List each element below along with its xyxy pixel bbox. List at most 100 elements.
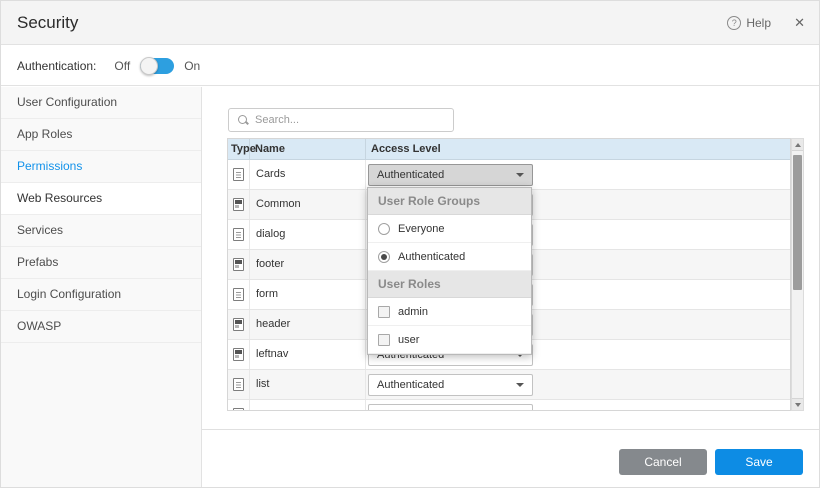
resource-file-icon [233, 198, 244, 211]
scroll-down-button[interactable] [792, 398, 803, 410]
access-level-dropdown[interactable]: Authenticated [368, 374, 533, 396]
resources-table: Type Name Access Level Cards Authenticat… [227, 138, 791, 411]
user-roles-header: User Roles [368, 271, 531, 298]
access-level-value: Authenticated [377, 379, 444, 391]
sidebar: User Configuration App Roles Permissions… [1, 87, 202, 487]
role-group-option[interactable]: Authenticated [368, 243, 531, 271]
resource-name: footer [250, 250, 366, 279]
resource-name: dialog [250, 220, 366, 249]
type-cell [228, 370, 250, 399]
access-level-dropdown[interactable]: Authenticated [368, 404, 533, 412]
footer-buttons: Cancel Save [619, 449, 803, 475]
sidebar-item-permissions[interactable]: Permissions [1, 151, 201, 183]
vertical-scrollbar[interactable] [791, 138, 804, 411]
main-content: Type Name Access Level Cards Authenticat… [202, 87, 819, 487]
radio-icon [378, 251, 390, 263]
scrollbar-thumb[interactable] [793, 155, 802, 290]
page-title: Security [17, 1, 78, 45]
resource-name [250, 400, 366, 411]
chevron-down-icon [516, 173, 524, 177]
dialog-header: Security ? Help ✕ [1, 1, 819, 45]
sidebar-item-user-configuration[interactable]: User Configuration [1, 87, 201, 119]
table-row: Cards Authenticated [228, 160, 790, 190]
table-header: Type Name Access Level [228, 139, 790, 160]
sidebar-item-label: Web Resources [17, 191, 102, 205]
sidebar-item-prefabs[interactable]: Prefabs [1, 247, 201, 279]
type-cell [228, 220, 250, 249]
access-level-value: Authenticated [377, 169, 444, 181]
sidebar-item-label: OWASP [17, 319, 61, 333]
user-role-option[interactable]: user [368, 326, 531, 354]
column-header-name: Name [250, 139, 366, 159]
access-level-value: Authenticated [377, 409, 444, 412]
checkbox-icon [378, 306, 390, 318]
access-level-dropdown[interactable]: Authenticated [368, 164, 533, 186]
table-row: Authenticated [228, 400, 790, 411]
option-label: Everyone [398, 223, 444, 235]
sidebar-item-label: Login Configuration [17, 287, 121, 301]
sidebar-item-label: User Configuration [17, 95, 117, 109]
scroll-up-button[interactable] [792, 139, 803, 151]
help-label: Help [746, 16, 771, 30]
type-cell [228, 400, 250, 411]
authentication-label: Authentication: [17, 59, 96, 73]
search-icon [237, 114, 249, 126]
resource-file-icon [233, 168, 244, 181]
help-button[interactable]: ? Help [727, 1, 771, 45]
sidebar-item-owasp[interactable]: OWASP [1, 311, 201, 343]
resource-name: leftnav [250, 340, 366, 369]
access-cell: Authenticated [366, 160, 790, 189]
resource-name: header [250, 310, 366, 339]
option-label: Authenticated [398, 251, 465, 263]
security-dialog: Security ? Help ✕ Authentication: Off On… [0, 0, 820, 488]
access-cell: Authenticated [366, 400, 790, 411]
type-cell [228, 190, 250, 219]
toggle-off-label: Off [114, 59, 130, 73]
sidebar-item-label: Prefabs [17, 255, 58, 269]
sidebar-item-label: App Roles [17, 127, 72, 141]
type-cell [228, 250, 250, 279]
resource-file-icon [233, 408, 244, 411]
resource-name: Cards [250, 160, 366, 189]
resource-name: Common [250, 190, 366, 219]
sidebar-item-label: Permissions [17, 159, 82, 173]
resource-file-icon [233, 318, 244, 331]
sidebar-item-app-roles[interactable]: App Roles [1, 119, 201, 151]
resource-file-icon [233, 378, 244, 391]
arrow-up-icon [795, 143, 801, 147]
search-box [228, 108, 454, 132]
search-input[interactable] [255, 114, 453, 126]
user-role-groups-header: User Role Groups [368, 188, 531, 215]
cancel-button[interactable]: Cancel [619, 449, 707, 475]
checkbox-icon [378, 334, 390, 346]
type-cell [228, 160, 250, 189]
option-label: user [398, 334, 419, 346]
authentication-bar: Authentication: Off On [1, 46, 819, 86]
toggle-on-label: On [184, 59, 200, 73]
type-cell [228, 280, 250, 309]
authentication-toggle[interactable] [140, 58, 174, 74]
table-row: list Authenticated [228, 370, 790, 400]
resource-name: list [250, 370, 366, 399]
sidebar-item-login-configuration[interactable]: Login Configuration [1, 279, 201, 311]
save-button[interactable]: Save [715, 449, 803, 475]
sidebar-item-services[interactable]: Services [1, 215, 201, 247]
type-cell [228, 310, 250, 339]
chevron-down-icon [516, 383, 524, 387]
resource-name: form [250, 280, 366, 309]
help-icon: ? [727, 16, 741, 30]
resource-file-icon [233, 228, 244, 241]
role-group-option[interactable]: Everyone [368, 215, 531, 243]
close-icon[interactable]: ✕ [794, 1, 805, 45]
resource-file-icon [233, 258, 244, 271]
toggle-knob [140, 57, 158, 75]
access-cell: Authenticated [366, 370, 790, 399]
sidebar-item-web-resources[interactable]: Web Resources [1, 183, 201, 215]
radio-icon [378, 223, 390, 235]
access-level-popup: User Role Groups Everyone Authenticated … [367, 187, 532, 355]
type-cell [228, 340, 250, 369]
user-role-option[interactable]: admin [368, 298, 531, 326]
sidebar-item-label: Services [17, 223, 63, 237]
column-header-type: Type [228, 139, 250, 159]
footer-divider [202, 429, 819, 430]
